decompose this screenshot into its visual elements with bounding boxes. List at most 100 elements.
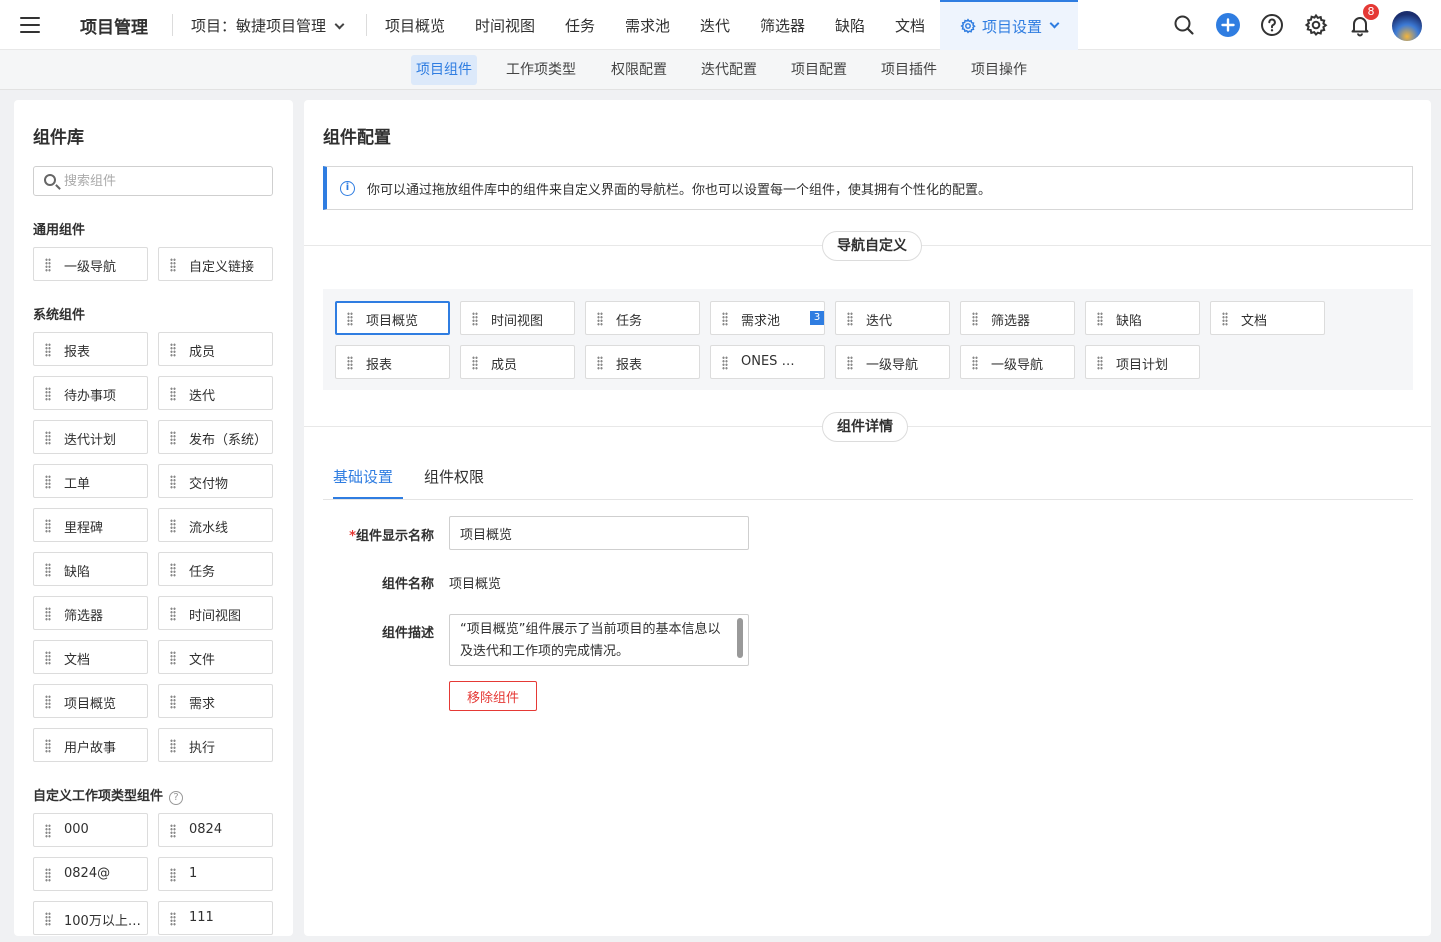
library-chip[interactable]: 100万以上项目	[33, 901, 148, 935]
chevron-down-icon	[334, 19, 345, 30]
library-chip[interactable]: 项目概览	[33, 684, 148, 718]
nav-chip[interactable]: 任务	[585, 301, 700, 335]
detail-tabs: 基础设置 组件权限	[323, 455, 1413, 500]
library-chip[interactable]: 缺陷	[33, 552, 148, 586]
library-chip[interactable]: 自定义链接	[158, 247, 273, 281]
library-chip[interactable]: 文档	[33, 640, 148, 674]
chip-label: 报表	[616, 358, 643, 373]
library-chip[interactable]: 时间视图	[158, 596, 273, 630]
chip-label: 工单	[64, 477, 91, 492]
nav-tasks[interactable]: 任务	[565, 15, 595, 36]
drag-handle-icon	[1097, 312, 1103, 326]
nav-chip[interactable]: ONES Wiki	[710, 345, 825, 379]
drag-handle-icon	[45, 387, 51, 401]
tab-basic-settings[interactable]: 基础设置	[333, 466, 393, 487]
add-icon[interactable]	[1216, 13, 1240, 37]
display-name-label-text: 组件显示名称	[355, 529, 434, 544]
tab-component-permissions[interactable]: 组件权限	[424, 466, 484, 487]
settings-subnav: 项目组件 工作项类型 权限配置 迭代配置 项目配置 项目插件 项目操作	[0, 50, 1441, 90]
library-chip[interactable]: 迭代	[158, 376, 273, 410]
nav-drop-area[interactable]: 项目概览 时间视图 任务 需求池 3 迭代 筛选器 缺陷 文档 报表 成员 报表 …	[323, 289, 1413, 390]
nav-chip[interactable]: 迭代	[835, 301, 950, 335]
subnav-permissions[interactable]: 权限配置	[606, 55, 672, 85]
chip-label: 报表	[64, 345, 91, 360]
component-search[interactable]	[33, 166, 273, 196]
chip-label: ONES Wiki	[741, 354, 803, 369]
chip-label: 0824@	[64, 866, 111, 881]
subnav-project-components[interactable]: 项目组件	[411, 55, 477, 85]
nav-project-overview[interactable]: 项目概览	[385, 15, 445, 36]
library-chip[interactable]: 用户故事	[33, 728, 148, 762]
library-chip[interactable]: 流水线	[158, 508, 273, 542]
nav-chip[interactable]: 报表	[335, 345, 450, 379]
nav-chip[interactable]: 一级导航	[960, 345, 1075, 379]
subnav-iteration-config[interactable]: 迭代配置	[696, 55, 762, 85]
library-chip[interactable]: 迭代计划	[33, 420, 148, 454]
library-chip[interactable]: 0824	[158, 813, 273, 847]
drag-handle-icon	[45, 563, 51, 577]
library-chip[interactable]: 1	[158, 857, 273, 891]
library-chip[interactable]: 交付物	[158, 464, 273, 498]
help-circle-icon[interactable]: ?	[169, 791, 184, 805]
nav-chip[interactable]: 需求池 3	[710, 301, 825, 335]
library-chip[interactable]: 报表	[33, 332, 148, 366]
library-chip[interactable]: 筛选器	[33, 596, 148, 630]
nav-defects[interactable]: 缺陷	[835, 15, 865, 36]
nav-chip[interactable]: 文档	[1210, 301, 1325, 335]
subnav-project-config[interactable]: 项目配置	[786, 55, 852, 85]
description-textarea[interactable]: “项目概览”组件展示了当前项目的基本信息以及迭代和工作项的完成情况。	[449, 614, 749, 666]
library-chip[interactable]: 发布（系统）	[158, 420, 273, 454]
library-chip[interactable]: 000	[33, 813, 148, 847]
nav-chip[interactable]: 时间视图	[460, 301, 575, 335]
nav-timeline[interactable]: 时间视图	[475, 15, 535, 36]
subnav-project-plugins[interactable]: 项目插件	[876, 55, 942, 85]
nav-chip[interactable]: 缺陷	[1085, 301, 1200, 335]
nav-requirement-pool[interactable]: 需求池	[625, 15, 670, 36]
remove-component-button[interactable]: 移除组件	[449, 681, 537, 711]
nav-chip-selected[interactable]: 项目概览	[335, 301, 450, 335]
search-icon[interactable]	[1172, 13, 1196, 37]
library-chip[interactable]: 待办事项	[33, 376, 148, 410]
project-selector[interactable]: 项目：敏捷项目管理	[191, 15, 345, 36]
display-name-label: *组件显示名称	[314, 525, 434, 544]
drag-handle-icon	[972, 356, 978, 370]
component-name-label: 组件名称	[381, 577, 434, 592]
drag-handle-icon	[45, 343, 51, 357]
library-chip[interactable]: 一级导航	[33, 247, 148, 281]
drag-handle-icon	[597, 312, 603, 326]
component-name-value: 项目概览	[449, 577, 502, 592]
hamburger-menu-icon[interactable]	[20, 17, 40, 33]
library-chip[interactable]: 0824@	[33, 857, 148, 891]
help-icon[interactable]	[1260, 13, 1284, 37]
subnav-project-actions[interactable]: 项目操作	[966, 55, 1032, 85]
display-name-input[interactable]	[449, 516, 749, 550]
nav-filters[interactable]: 筛选器	[760, 15, 805, 36]
avatar[interactable]	[1392, 11, 1422, 41]
nav-iterations[interactable]: 迭代	[700, 15, 730, 36]
nav-chip[interactable]: 成员	[460, 345, 575, 379]
nav-chip[interactable]: 报表	[585, 345, 700, 379]
component-search-input[interactable]	[64, 171, 264, 191]
subnav-work-item-types[interactable]: 工作项类型	[501, 55, 581, 85]
library-chip[interactable]: 文件	[158, 640, 273, 674]
info-icon: i	[340, 181, 355, 196]
drag-handle-icon	[170, 563, 176, 577]
drag-handle-icon	[45, 519, 51, 533]
library-chip[interactable]: 里程碑	[33, 508, 148, 542]
library-chip[interactable]: 执行	[158, 728, 273, 762]
textarea-scrollbar[interactable]	[737, 618, 743, 658]
nav-chip[interactable]: 一级导航	[835, 345, 950, 379]
custom-components-title: 自定义工作项类型组件	[33, 789, 164, 804]
library-chip[interactable]: 111	[158, 901, 273, 935]
library-chip[interactable]: 需求	[158, 684, 273, 718]
nav-documents[interactable]: 文档	[895, 15, 925, 36]
chip-label: 1	[189, 866, 198, 881]
library-chip[interactable]: 工单	[33, 464, 148, 498]
divider	[366, 14, 367, 36]
library-chip[interactable]: 成员	[158, 332, 273, 366]
nav-chip[interactable]: 筛选器	[960, 301, 1075, 335]
nav-project-settings[interactable]: 项目设置	[940, 0, 1078, 50]
settings-icon[interactable]	[1304, 13, 1328, 37]
nav-chip[interactable]: 项目计划	[1085, 345, 1200, 379]
library-chip[interactable]: 任务	[158, 552, 273, 586]
